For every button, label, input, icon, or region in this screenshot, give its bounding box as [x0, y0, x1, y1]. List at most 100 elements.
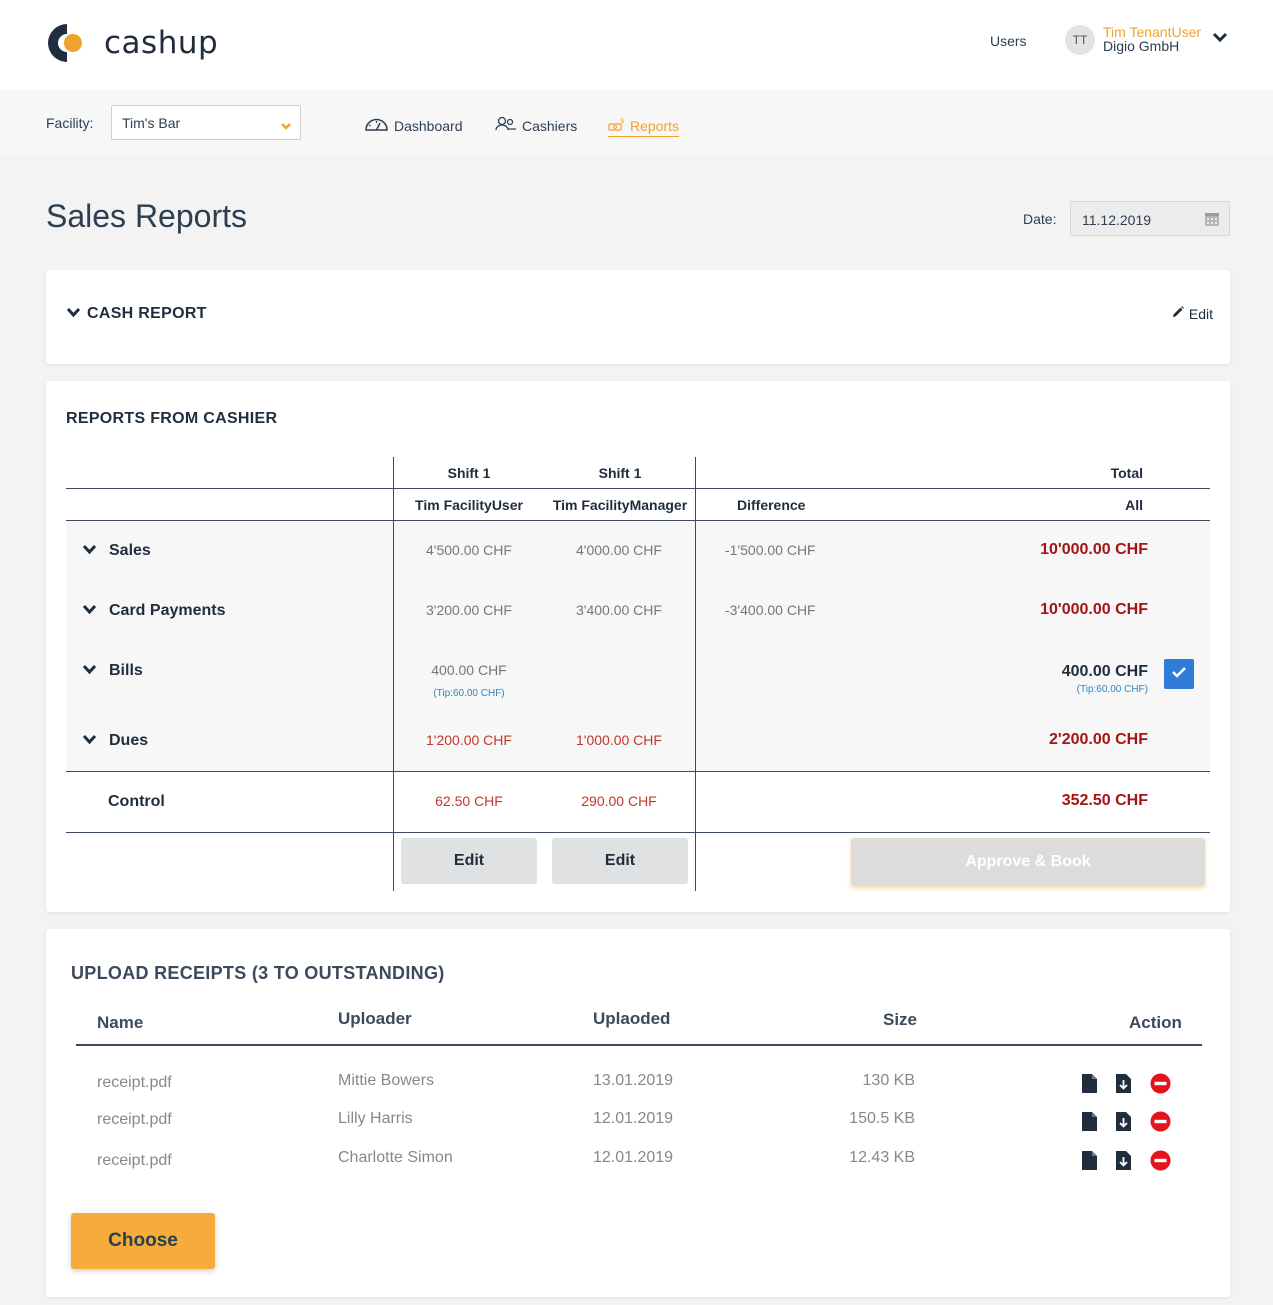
facility-value: Tim's Bar [122, 115, 181, 131]
cell-value: 400.00 CHF [431, 662, 507, 678]
file-uploaded-date: 12.01.2019 [593, 1110, 674, 1127]
reports-title: REPORTS FROM CASHIER [66, 410, 278, 427]
facility-label: Facility: [46, 115, 94, 131]
sub-navigation: Facility: Tim's Bar Dashboard Cashiers $… [0, 90, 1273, 156]
column-header-action: Action [1129, 1013, 1182, 1032]
row-toggle-card-payments[interactable]: Card Payments [82, 602, 226, 620]
upload-receipts-card: UPLOAD RECEIPTS (3 TO OUTSTANDING) Name … [46, 929, 1230, 1297]
column-header-difference: Difference [737, 497, 806, 513]
facility-select[interactable]: Tim's Bar [111, 105, 301, 140]
tab-label: Cashiers [522, 117, 578, 134]
divider [66, 520, 1210, 521]
cell-value: 290.00 CHF [581, 793, 657, 809]
tab-reports[interactable]: $ Reports [608, 116, 680, 137]
file-size: 150.5 KB [849, 1110, 915, 1127]
date-input[interactable]: 11.12.2019 [1070, 201, 1230, 236]
file-size: 12.43 KB [849, 1149, 915, 1166]
file-uploaded-date: 13.01.2019 [593, 1072, 674, 1089]
cell-total: 10'000.00 CHF [1040, 541, 1148, 558]
column-header-uploader: Uploader [338, 1009, 412, 1028]
cash-report-card: CASH REPORT Edit [46, 270, 1230, 364]
column-header-shift: Shift 1 [447, 465, 491, 481]
reports-from-cashier-card: REPORTS FROM CASHIER Shift 1 Shift 1 Tot… [46, 381, 1230, 912]
column-header-uploaded: Uplaoded [593, 1009, 671, 1028]
edit-shift-manager-button[interactable]: Edit [552, 838, 688, 884]
column-header-cashier: Tim FacilityUser [415, 497, 523, 513]
chevron-down-icon [66, 305, 87, 323]
remove-icon[interactable] [1150, 1111, 1171, 1137]
download-icon[interactable] [1116, 1151, 1131, 1175]
divider [76, 1044, 1202, 1046]
dashboard-gauge-icon [364, 116, 394, 135]
cell-value: 4'000.00 CHF [576, 542, 662, 558]
users-link[interactable]: Users [990, 33, 1027, 49]
checkmark-icon [1171, 665, 1187, 683]
cash-report-edit-button[interactable]: Edit [1171, 305, 1213, 322]
edit-shift-user-button[interactable]: Edit [401, 838, 537, 884]
cash-report-toggle[interactable]: CASH REPORT [66, 305, 207, 323]
row-label: Bills [109, 662, 143, 679]
page-title: Sales Reports [46, 198, 247, 234]
cell-value: 62.50 CHF [435, 793, 503, 809]
cell-total: 10'000.00 CHF [1040, 601, 1148, 618]
logo-mark-icon [46, 22, 88, 64]
chevron-down-icon [280, 118, 292, 134]
document-icon[interactable] [1082, 1112, 1097, 1136]
approve-and-book-button[interactable]: Approve & Book [851, 838, 1205, 886]
tab-label: Dashboard [394, 117, 463, 134]
file-uploader: Mittie Bowers [338, 1072, 435, 1089]
chevron-down-icon [82, 602, 109, 620]
bills-approved-checkbox[interactable] [1164, 659, 1194, 689]
file-name: receipt.pdf [97, 1152, 172, 1169]
avatar[interactable]: TT [1065, 25, 1095, 55]
document-icon[interactable] [1082, 1151, 1097, 1175]
file-name: receipt.pdf [97, 1074, 172, 1091]
cell-difference: -1'500.00 CHF [725, 542, 816, 558]
calendar-icon[interactable] [1204, 211, 1220, 230]
file-uploaded-date: 12.01.2019 [593, 1149, 674, 1166]
divider [66, 488, 1210, 489]
file-uploader: Charlotte Simon [338, 1149, 453, 1166]
tab-cashiers[interactable]: Cashiers [495, 116, 577, 135]
cell-value: 1'000.00 CHF [576, 732, 662, 748]
pencil-icon [1171, 305, 1189, 322]
chevron-down-icon[interactable] [1212, 30, 1228, 48]
document-icon[interactable] [1082, 1074, 1097, 1098]
file-actions [1082, 1150, 1190, 1176]
tab-label: Reports [630, 117, 680, 134]
file-name: receipt.pdf [97, 1111, 172, 1128]
row-label: Card Payments [109, 602, 226, 619]
user-organization: Digio GmbH [1103, 38, 1180, 54]
remove-icon[interactable] [1150, 1073, 1171, 1099]
choose-file-button[interactable]: Choose [71, 1213, 215, 1269]
cell-total: 400.00 CHF [1061, 663, 1148, 680]
column-header-size: Size [883, 1010, 918, 1029]
row-label: Dues [109, 732, 149, 749]
row-toggle-dues[interactable]: Dues [82, 732, 148, 750]
column-header-all: All [1125, 497, 1143, 513]
logo-text: cashup [104, 25, 219, 61]
row-toggle-sales[interactable]: Sales [82, 542, 151, 560]
tip-note: (Tip:60.00 CHF) [433, 688, 505, 699]
tip-note: (Tip:60.00 CHF) [1076, 684, 1148, 695]
row-label: Sales [109, 542, 151, 559]
tab-dashboard[interactable]: Dashboard [364, 116, 463, 135]
download-icon[interactable] [1116, 1112, 1131, 1136]
file-size: 130 KB [862, 1072, 915, 1089]
svg-text:$: $ [620, 117, 624, 125]
divider [695, 457, 696, 891]
column-header-shift: Shift 1 [598, 465, 642, 481]
date-value: 11.12.2019 [1082, 212, 1152, 228]
file-actions [1082, 1111, 1190, 1137]
row-toggle-bills[interactable]: Bills [82, 662, 143, 680]
upload-title: UPLOAD RECEIPTS (3 TO OUTSTANDING) [71, 963, 445, 983]
date-label: Date: [1023, 211, 1057, 227]
divider [66, 832, 1210, 833]
column-header-total: Total [1110, 465, 1143, 481]
logo[interactable]: cashup [46, 22, 218, 64]
cash-report-title: CASH REPORT [87, 305, 207, 322]
download-icon[interactable] [1116, 1074, 1131, 1098]
remove-icon[interactable] [1150, 1150, 1171, 1176]
cell-total: 2'200.00 CHF [1049, 731, 1148, 748]
cell-difference: -3'400.00 CHF [725, 602, 816, 618]
